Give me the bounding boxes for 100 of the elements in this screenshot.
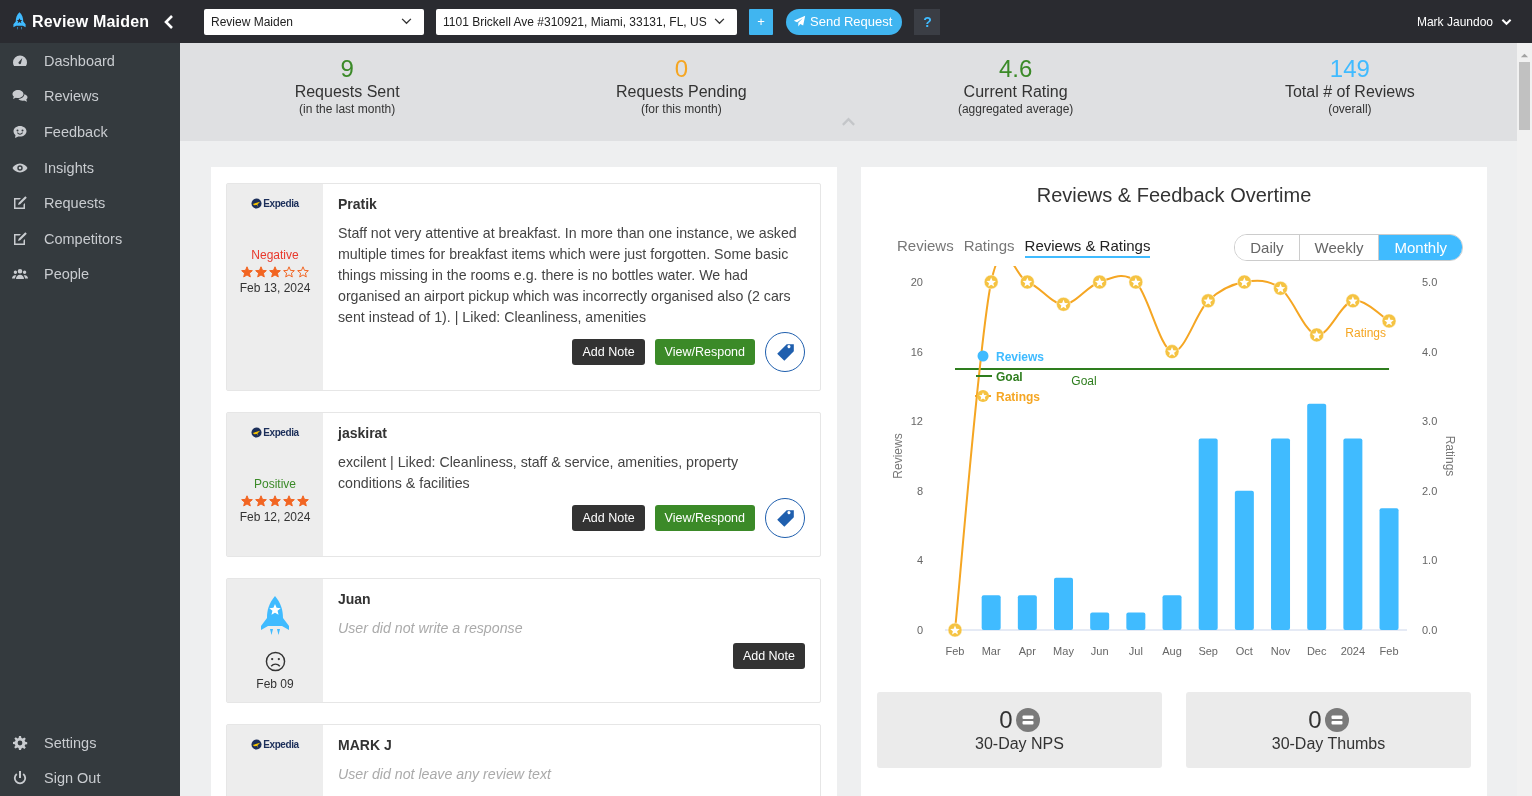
axis-tick-label: 4 <box>916 554 923 567</box>
kpi-value: 0 <box>1308 706 1322 734</box>
sentiment-label: Positive <box>254 476 296 492</box>
stat-value: 4.6 <box>998 55 1033 83</box>
view-tab[interactable]: Reviews <box>897 237 954 258</box>
review-date: Feb 13, 2024 <box>239 280 311 296</box>
user-name[interactable]: Mark Jaundoo <box>1416 14 1493 29</box>
chevron-down-icon <box>714 18 725 25</box>
scroll-bar[interactable] <box>1517 43 1532 796</box>
star-icon <box>269 495 281 507</box>
rating-point <box>1345 293 1361 309</box>
location-select[interactable]: 1101 Brickell Ave #310921, Miami, 33131, FL, US <box>436 8 737 35</box>
add-note-button[interactable]: Add Note <box>572 505 645 531</box>
axis-tick-label: 2.0 <box>1422 484 1438 497</box>
axis-tick-label: Apr <box>1018 645 1036 657</box>
review-date: Feb 09 <box>256 676 294 692</box>
stat-note: (in the last month) <box>299 101 396 117</box>
axis-tick-label: 20 <box>910 276 923 288</box>
rocket-icon <box>12 12 27 31</box>
sidebar-item[interactable]: Requests <box>0 185 180 221</box>
legend-label[interactable]: Goal <box>996 370 1023 384</box>
bar <box>1017 595 1037 630</box>
sidebar-item[interactable]: Competitors <box>0 220 180 257</box>
sidebar-item[interactable]: Dashboard <box>0 43 180 79</box>
stat-label: Requests Sent <box>294 83 400 101</box>
tag-icon <box>775 508 795 528</box>
help-button[interactable]: ? <box>914 8 941 35</box>
rating-point <box>1381 313 1397 329</box>
sad-face-icon <box>264 651 286 672</box>
review-text: User did not write a response <box>338 619 524 638</box>
chart-annotation: Goal <box>1071 374 1097 388</box>
scroll-thumb[interactable] <box>1519 62 1530 130</box>
star-outline-icon <box>297 266 309 278</box>
axis-tick-label: 0.0 <box>1422 624 1438 636</box>
sidebar-item[interactable]: Insights <box>0 149 180 186</box>
tag-button[interactable] <box>765 498 805 538</box>
axis-tick-label: Dec <box>1306 645 1327 657</box>
edit-icon <box>11 230 29 247</box>
axis-tick-label: Nov <box>1270 645 1291 657</box>
review-date: Feb 12, 2024 <box>239 509 311 525</box>
view-respond-button[interactable]: View/Respond <box>654 339 755 365</box>
source-logo: Expedia <box>251 427 299 438</box>
reviewer-name: Juan <box>338 590 372 608</box>
rating-point <box>1164 344 1180 359</box>
bar <box>981 595 1001 630</box>
stat-value: 149 <box>1329 55 1370 83</box>
view-tab[interactable]: Reviews & Ratings <box>1024 237 1151 258</box>
star-icon <box>283 495 295 507</box>
business-select[interactable]: Review Maiden <box>204 8 424 35</box>
review-text: excilent | Liked: Cleanliness, staff & service, amenities, property conditions & facilities <box>338 453 740 493</box>
equals-icon <box>1324 708 1349 732</box>
rating-point <box>1020 274 1035 290</box>
rating-point <box>1092 274 1107 290</box>
panel-title: Reviews & Feedback Overtime <box>1035 183 1313 207</box>
axis-tick-label: 1.0 <box>1422 554 1438 567</box>
rating-point <box>1200 293 1216 309</box>
kpi-label: 30-Day Thumbs <box>1271 734 1386 754</box>
tag-icon <box>775 342 795 362</box>
sidebar-item[interactable]: People <box>0 256 180 293</box>
sidebar-item[interactable]: Settings <box>0 724 180 761</box>
view-tab[interactable]: Ratings <box>963 237 1015 258</box>
axis-tick-label: Mar <box>981 645 1001 657</box>
sidebar-item[interactable]: Reviews <box>0 78 180 115</box>
axis-tick-label: 3.0 <box>1422 415 1438 428</box>
star-icon <box>269 266 281 278</box>
sidebar-item[interactable]: Sign Out <box>0 760 180 796</box>
stat-value: 0 <box>674 55 689 83</box>
legend-dot <box>977 350 989 362</box>
axis-tick-label: 8 <box>916 484 923 497</box>
reviewer-name: jaskirat <box>338 424 389 442</box>
chevron-down-icon[interactable] <box>1501 17 1512 26</box>
axis-tick-label: May <box>1053 645 1074 657</box>
star-icon <box>255 495 267 507</box>
axis-tick-label: 5.0 <box>1422 276 1438 288</box>
axis-tick-label: Jul <box>1128 645 1143 657</box>
rating-point <box>1128 274 1144 290</box>
kpi-value: 0 <box>999 706 1013 734</box>
add-note-button[interactable]: Add Note <box>572 339 645 365</box>
sidebar-item[interactable]: Feedback <box>0 114 180 150</box>
paper-plane-icon <box>793 15 806 28</box>
axis-tick-label: 2024 <box>1340 645 1366 657</box>
axis-tick-label: 16 <box>910 345 923 358</box>
axis-title: Reviews <box>891 433 905 479</box>
stat-note: (aggregated average) <box>957 101 1074 117</box>
axis-tick-label: Sep <box>1198 645 1218 657</box>
bar <box>1126 612 1146 630</box>
chevron-down-icon <box>401 18 412 25</box>
bar <box>1090 612 1110 630</box>
view-respond-button[interactable]: View/Respond <box>654 505 755 531</box>
power-icon <box>11 770 29 787</box>
kpi-label: 30-Day NPS <box>975 734 1064 754</box>
stat-note: (overall) <box>1328 101 1372 117</box>
brand-name: Review Maiden <box>32 12 150 31</box>
axis-tick-label: 0 <box>916 624 923 636</box>
chevron-left-icon[interactable] <box>164 14 174 29</box>
add-note-button[interactable]: Add Note <box>732 643 805 669</box>
axis-tick-label: Feb <box>945 645 965 657</box>
source-logo: Expedia <box>251 198 299 209</box>
tag-button[interactable] <box>765 332 805 372</box>
rating-point <box>1273 281 1288 296</box>
